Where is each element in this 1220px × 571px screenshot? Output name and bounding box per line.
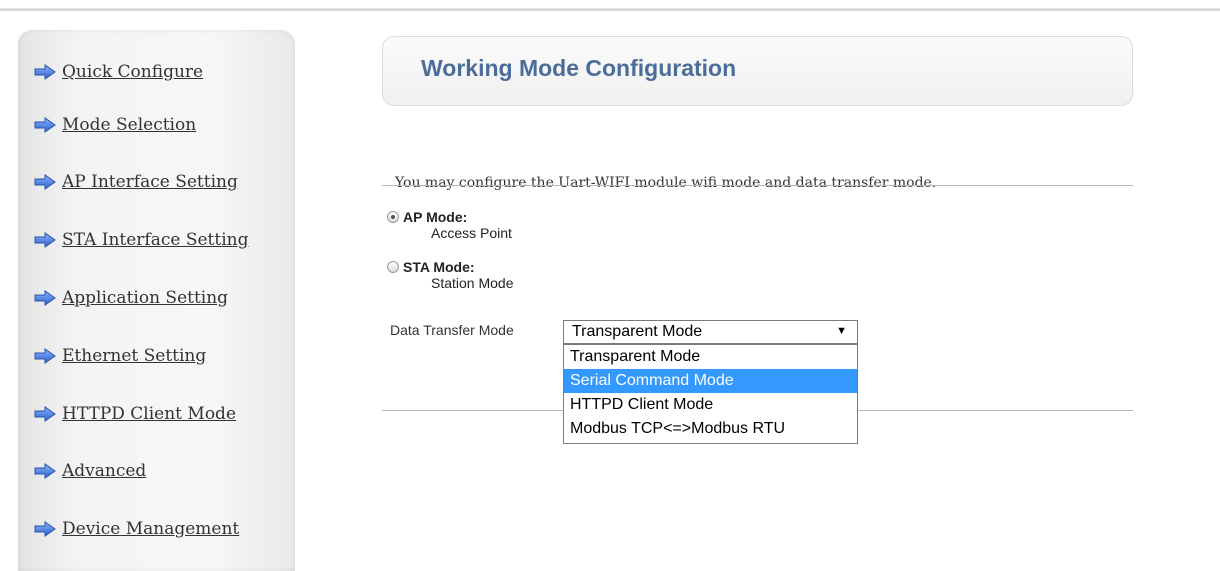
arrow-right-icon (34, 348, 56, 364)
page-description: You may configure the Uart-WIFI module w… (395, 175, 937, 191)
ap-mode-label: AP Mode: (403, 209, 468, 225)
sidebar-item-application-setting[interactable]: Application Setting (34, 288, 228, 308)
arrow-right-icon (34, 64, 56, 80)
sidebar-item-label: Mode Selection (62, 115, 197, 135)
sta-mode-option[interactable]: STA Mode: Station Mode (387, 259, 514, 291)
sidebar-item-sta-interface-setting[interactable]: STA Interface Setting (34, 230, 248, 250)
dropdown-option-highlighted[interactable]: Serial Command Mode (564, 369, 857, 393)
sidebar-item-ap-interface-setting[interactable]: AP Interface Setting (34, 172, 238, 192)
sidebar-item-label: Ethernet Setting (62, 346, 207, 366)
arrow-right-icon (34, 290, 56, 306)
sta-mode-sublabel: Station Mode (431, 275, 514, 291)
top-divider (0, 8, 1220, 11)
sidebar-item-label: AP Interface Setting (62, 172, 238, 192)
sta-mode-label: STA Mode: (403, 259, 475, 275)
arrow-right-icon (34, 117, 56, 133)
sta-mode-radio[interactable] (387, 261, 399, 273)
arrow-right-icon (34, 232, 56, 248)
sidebar-item-label: HTTPD Client Mode (62, 404, 237, 424)
dropdown-option[interactable]: Transparent Mode (564, 345, 857, 369)
chevron-down-icon: ▼ (836, 325, 847, 337)
page-title: Working Mode Configuration (421, 55, 737, 81)
sidebar-item-label: Device Management (62, 519, 240, 539)
sidebar-item-quick-configure[interactable]: Quick Configure (34, 62, 203, 82)
ap-mode-option[interactable]: AP Mode: Access Point (387, 209, 512, 241)
arrow-right-icon (34, 406, 56, 422)
ap-mode-sublabel: Access Point (431, 225, 512, 241)
sidebar-item-label: Advanced (62, 461, 147, 481)
sidebar-item-label: STA Interface Setting (62, 230, 249, 250)
sidebar-item-mode-selection[interactable]: Mode Selection (34, 115, 196, 135)
divider (382, 185, 1133, 186)
arrow-right-icon (34, 463, 56, 479)
data-transfer-select[interactable]: Transparent Mode ▼ (563, 320, 858, 344)
sidebar-item-httpd-client-mode[interactable]: HTTPD Client Mode (34, 404, 236, 424)
data-transfer-dropdown: Transparent Mode Serial Command Mode HTT… (563, 344, 858, 444)
arrow-right-icon (34, 521, 56, 537)
page-header: Working Mode Configuration (382, 36, 1133, 106)
sidebar-item-advanced[interactable]: Advanced (34, 461, 146, 481)
ap-mode-radio[interactable] (387, 211, 399, 223)
select-value: Transparent Mode (572, 323, 703, 340)
dropdown-option[interactable]: Modbus TCP<=>Modbus RTU (564, 417, 857, 441)
sidebar-item-ethernet-setting[interactable]: Ethernet Setting (34, 346, 206, 366)
sidebar-item-label: Application Setting (62, 288, 229, 308)
data-transfer-label: Data Transfer Mode (390, 322, 514, 338)
sidebar-item-device-management[interactable]: Device Management (34, 519, 239, 539)
arrow-right-icon (34, 174, 56, 190)
sidebar-item-label: Quick Configure (62, 62, 204, 82)
dropdown-option[interactable]: HTTPD Client Mode (564, 393, 857, 417)
